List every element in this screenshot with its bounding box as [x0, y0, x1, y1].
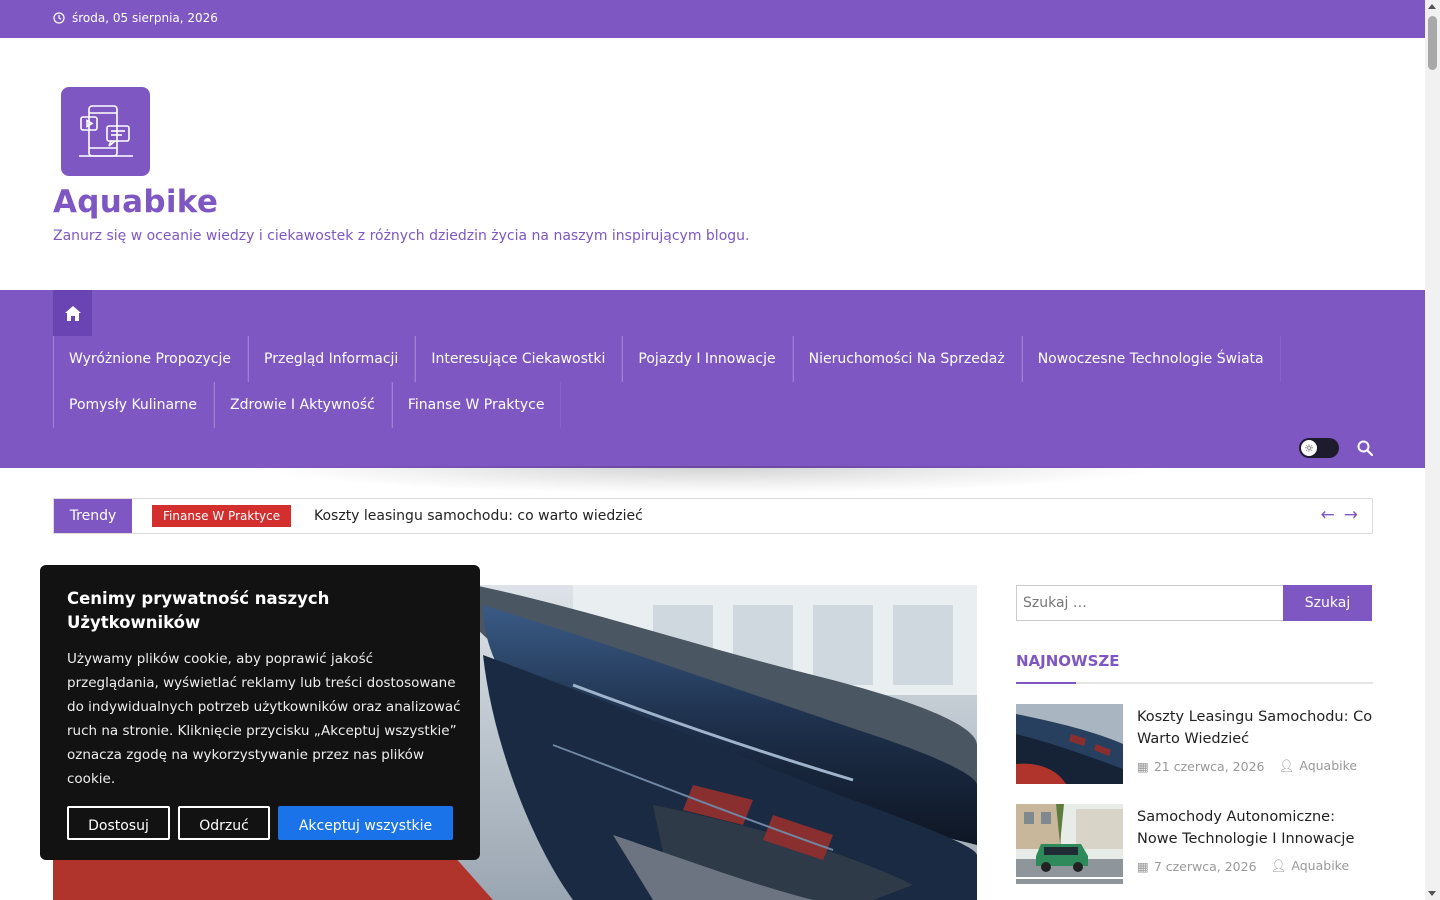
post-thumbnail-graphic	[1016, 704, 1123, 784]
sidebar-search-button[interactable]: Szukaj	[1283, 585, 1372, 621]
site-logo[interactable]	[61, 87, 150, 176]
date-text: środa, 05 sierpnia, 2026	[72, 11, 218, 25]
nav-item-zdrowie[interactable]: Zdrowie I Aktywność	[214, 382, 392, 428]
trending-headline[interactable]: Koszty leasingu samochodu: co warto wied…	[314, 499, 643, 533]
nav-item-technologie[interactable]: Nowoczesne Technologie Świata	[1021, 336, 1281, 382]
post-meta: ▦ 21 czerwca, 2026 👤︎ Aquabike	[1137, 758, 1357, 774]
cookie-reject-button[interactable]: Odrzuć	[178, 806, 270, 840]
nav-item-nieruchomosci[interactable]: Nieruchomości Na Sprzedaż	[792, 336, 1022, 382]
cookie-body: Używamy plików cookie, aby poprawić jako…	[67, 651, 461, 787]
post-thumbnail[interactable]	[1016, 704, 1123, 784]
cookie-consent-dialog: Cenimy prywatność naszych Użytkowników U…	[40, 565, 480, 860]
widget-divider-accent	[1016, 682, 1076, 684]
post-author[interactable]: 👤︎ Aquabike	[1271, 858, 1350, 874]
nav-item-ciekawostki[interactable]: Interesujące Ciekawostki	[415, 336, 623, 382]
cookie-title: Cenimy prywatność naszych Użytkowników	[67, 589, 330, 632]
nav-row-2: Pomysły Kulinarne Zdrowie I Aktywność Fi…	[53, 382, 562, 428]
nav-shadow	[250, 466, 1170, 494]
devices-chat-icon	[78, 104, 133, 157]
post-date-text: 21 czerwca, 2026	[1153, 758, 1265, 774]
site-title[interactable]: Aquabike	[53, 184, 218, 220]
calendar-icon: ▦	[1137, 758, 1149, 774]
post-title[interactable]: Koszty Leasingu Samochodu: Co Warto Wied…	[1137, 706, 1377, 750]
cookie-customize-button[interactable]: Dostosuj	[67, 806, 170, 840]
user-icon: 👤︎	[1278, 758, 1295, 773]
post-date[interactable]: ▦ 7 czerwca, 2026	[1137, 859, 1257, 874]
date-display: środa, 05 sierpnia, 2026	[53, 11, 218, 25]
sidebar-search-input[interactable]	[1016, 585, 1284, 621]
nav-item-wyroznione[interactable]: Wyróżnione Propozycje	[53, 336, 249, 382]
nav-item-kulinarne[interactable]: Pomysły Kulinarne	[53, 382, 215, 428]
trending-controls: ← →	[1321, 507, 1359, 524]
trending-bar: Trendy Finanse W Praktyce Koszty leasing…	[53, 498, 1373, 534]
widget-divider	[1016, 682, 1373, 684]
calendar-icon: ▦	[1137, 858, 1149, 874]
post-thumbnail-graphic	[1016, 804, 1123, 884]
nav-item-pojazdy[interactable]: Pojazdy I Innowacje	[622, 336, 793, 382]
scroll-up-arrow-icon[interactable]	[1428, 4, 1436, 9]
cookie-accept-button[interactable]: Akceptuj wszystkie	[278, 806, 453, 840]
main-navigation: Wyróżnione Propozycje Przegląd Informacj…	[0, 290, 1425, 468]
scrollbar-thumb[interactable]	[1428, 16, 1437, 70]
nav-item-finanse[interactable]: Finanse W Praktyce	[391, 382, 562, 428]
arrow-right-icon[interactable]: →	[1344, 507, 1358, 524]
latest-post-item[interactable]: Koszty Leasingu Samochodu: Co Warto Wied…	[1016, 704, 1373, 784]
sun-icon: ☼	[1301, 440, 1317, 456]
arrow-left-icon[interactable]: ←	[1321, 507, 1335, 524]
nav-row-1: Wyróżnione Propozycje Przegląd Informacj…	[53, 336, 1281, 382]
user-icon: 👤︎	[1270, 858, 1287, 873]
site-tagline: Zanurz się w oceanie wiedzy i ciekawoste…	[53, 228, 750, 244]
home-button[interactable]	[53, 290, 92, 336]
search-icon[interactable]	[1357, 440, 1373, 456]
scroll-down-arrow-icon[interactable]	[1428, 891, 1436, 896]
post-author[interactable]: 👤︎ Aquabike	[1278, 758, 1357, 774]
latest-post-item[interactable]: Samochody Autonomiczne: Nowe Technologie…	[1016, 804, 1373, 884]
trending-label: Trendy	[54, 499, 132, 533]
latest-posts-title: NAJNOWSZE	[1016, 652, 1120, 670]
post-author-text: Aquabike	[1291, 858, 1350, 873]
trending-category-badge[interactable]: Finanse W Praktyce	[152, 505, 292, 527]
post-date[interactable]: ▦ 21 czerwca, 2026	[1137, 759, 1264, 774]
post-title[interactable]: Samochody Autonomiczne: Nowe Technologie…	[1137, 806, 1377, 850]
page-scrollbar[interactable]	[1425, 0, 1440, 900]
top-bar: środa, 05 sierpnia, 2026	[0, 0, 1425, 38]
post-meta: ▦ 7 czerwca, 2026 👤︎ Aquabike	[1137, 858, 1349, 874]
dark-mode-toggle[interactable]: ☼	[1299, 438, 1339, 458]
post-thumbnail[interactable]	[1016, 804, 1123, 884]
home-icon	[64, 305, 81, 321]
post-date-text: 7 czerwca, 2026	[1153, 858, 1257, 874]
post-author-text: Aquabike	[1299, 758, 1358, 773]
nav-item-przeglad[interactable]: Przegląd Informacji	[248, 336, 416, 382]
clock-icon	[53, 12, 65, 24]
